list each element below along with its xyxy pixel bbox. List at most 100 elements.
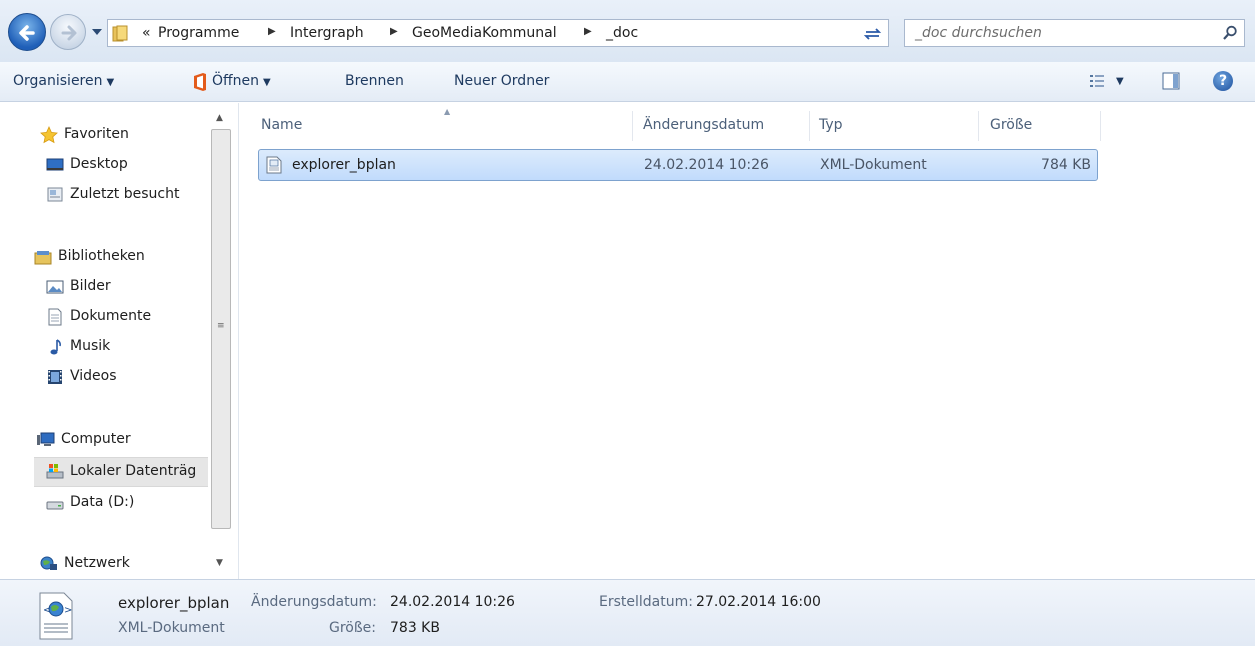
file-type: XML-Dokument <box>820 157 927 173</box>
search-placeholder[interactable]: _doc durchsuchen <box>915 25 1042 41</box>
nav-computer-label: Computer <box>61 431 131 447</box>
file-row[interactable]: explorer_bplan 24.02.2014 10:26 XML-Doku… <box>258 149 1098 181</box>
nav-item-documents[interactable]: Dokumente <box>46 306 208 330</box>
chevron-down-icon: ▼ <box>106 77 115 88</box>
nav-item-recent[interactable]: Zuletzt besucht <box>46 184 208 208</box>
local-disk-icon <box>46 464 64 479</box>
pictures-icon <box>46 280 64 294</box>
details-modified-label: Änderungsdatum: <box>251 594 377 610</box>
breadcrumb-programme[interactable]: Programme <box>158 25 239 41</box>
breadcrumb-overflow[interactable]: « <box>142 25 151 41</box>
scroll-up-icon[interactable]: ▲ <box>216 113 223 123</box>
file-size: 784 KB <box>1041 157 1091 173</box>
search-icon[interactable] <box>1222 25 1238 41</box>
file-list: ▲ Name Änderungsdatum Typ Größe explorer… <box>240 103 1255 579</box>
library-icon <box>34 251 52 265</box>
details-file-name: explorer_bplan <box>118 594 230 612</box>
recent-places-icon <box>47 187 63 202</box>
xml-file-icon <box>266 156 282 174</box>
details-created-value[interactable]: 27.02.2014 16:00 <box>696 594 821 610</box>
open-label: Öffnen <box>212 73 260 89</box>
preview-pane-icon[interactable] <box>1162 72 1180 90</box>
nav-network[interactable]: Netzwerk <box>40 553 208 577</box>
breadcrumb[interactable]: « Programme ▶ Intergraph ▶ GeoMediaKommu… <box>107 19 950 47</box>
refresh-icon <box>863 28 882 40</box>
nav-item-label: Zuletzt besucht <box>70 186 180 202</box>
nav-libraries-label: Bibliotheken <box>58 248 145 264</box>
pane-splitter[interactable] <box>238 103 239 579</box>
desktop-icon <box>46 158 64 171</box>
burn-button[interactable]: Brennen <box>345 73 404 89</box>
open-button[interactable]: Öffnen ▼ <box>212 73 271 89</box>
new-folder-button[interactable]: Neuer Ordner <box>454 73 549 89</box>
recent-pages-dropdown-icon[interactable] <box>91 25 103 39</box>
scroll-down-icon[interactable]: ▼ <box>216 558 223 568</box>
nav-item-label: Musik <box>70 338 111 354</box>
nav-item-desktop[interactable]: Desktop <box>46 154 208 178</box>
chevron-right-icon[interactable]: ▶ <box>268 26 276 37</box>
nav-item-label: Lokaler Datenträg <box>70 463 197 479</box>
sort-ascending-icon: ▲ <box>444 107 451 116</box>
office-icon <box>194 73 206 91</box>
nav-item-label: Bilder <box>70 278 111 294</box>
nav-item-label: Videos <box>70 368 117 384</box>
details-size-value: 783 KB <box>390 620 440 636</box>
view-options-icon[interactable] <box>1090 74 1104 88</box>
search-box[interactable]: _doc durchsuchen <box>904 19 1245 47</box>
refresh-button[interactable] <box>857 19 889 47</box>
chevron-down-icon: ▼ <box>263 77 271 88</box>
column-divider[interactable] <box>809 111 810 141</box>
nav-item-data-drive[interactable]: Data (D:) <box>46 492 208 516</box>
column-header-name[interactable]: Name <box>261 117 302 133</box>
forward-button[interactable] <box>50 14 86 50</box>
chevron-right-icon[interactable]: ▶ <box>390 26 398 37</box>
nav-item-label: Dokumente <box>70 308 152 324</box>
back-button[interactable] <box>8 13 46 51</box>
nav-favorites[interactable]: Favoriten <box>40 124 208 148</box>
nav-item-music[interactable]: Musik <box>46 336 208 360</box>
nav-item-label: Desktop <box>70 156 128 172</box>
details-pane: < > explorer_bplan XML-Dokument Änderung… <box>0 579 1255 646</box>
organize-button[interactable]: Organisieren ▼ <box>13 73 114 89</box>
nav-favorites-label: Favoriten <box>64 126 129 142</box>
navigation-scrollbar[interactable]: ▲ ≡ ▼ <box>209 103 233 579</box>
back-arrow-icon <box>19 25 35 41</box>
column-header-type[interactable]: Typ <box>819 117 843 133</box>
music-icon <box>50 339 61 355</box>
column-divider[interactable] <box>978 111 979 141</box>
view-dropdown-icon[interactable]: ▼ <box>1116 76 1124 87</box>
nav-item-pictures[interactable]: Bilder <box>46 276 208 300</box>
file-modified: 24.02.2014 10:26 <box>644 157 769 173</box>
chevron-right-icon[interactable]: ▶ <box>584 26 592 37</box>
navigation-pane: Favoriten Desktop Zuletzt besucht Biblio… <box>0 103 238 579</box>
forward-arrow-icon <box>61 25 77 41</box>
scrollbar-grip-icon: ≡ <box>217 321 225 331</box>
breadcrumb-intergraph[interactable]: Intergraph <box>290 25 364 41</box>
nav-item-local-disk[interactable]: Lokaler Datenträg <box>34 457 208 487</box>
details-size-label: Größe: <box>329 620 377 636</box>
nav-computer[interactable]: Computer <box>37 429 208 453</box>
details-modified-value[interactable]: 24.02.2014 10:26 <box>390 594 515 610</box>
videos-icon <box>48 370 62 384</box>
column-divider[interactable] <box>632 111 633 141</box>
organize-label: Organisieren <box>13 73 103 89</box>
computer-icon <box>37 432 55 446</box>
column-divider[interactable] <box>1100 111 1101 141</box>
column-header-modified[interactable]: Änderungsdatum <box>643 117 764 133</box>
xml-document-icon: < > <box>39 592 73 640</box>
nav-item-videos[interactable]: Videos <box>46 366 208 390</box>
breadcrumb-doc[interactable]: _doc <box>606 25 638 41</box>
column-header-size[interactable]: Größe <box>990 117 1032 133</box>
details-created-label: Erstelldatum: <box>599 594 693 610</box>
breadcrumb-geomediakommunal[interactable]: GeoMediaKommunal <box>412 25 557 41</box>
drive-icon <box>46 501 64 510</box>
address-bar: « Programme ▶ Intergraph ▶ GeoMediaKommu… <box>0 0 1255 62</box>
details-file-type: XML-Dokument <box>118 620 225 636</box>
help-icon[interactable]: ? <box>1213 71 1233 91</box>
svg-text:<: < <box>43 605 51 616</box>
star-icon <box>40 126 58 144</box>
nav-item-label: Data (D:) <box>70 494 135 510</box>
nav-libraries[interactable]: Bibliotheken <box>34 246 208 270</box>
svg-text:>: > <box>64 605 72 616</box>
file-name: explorer_bplan <box>292 157 396 173</box>
